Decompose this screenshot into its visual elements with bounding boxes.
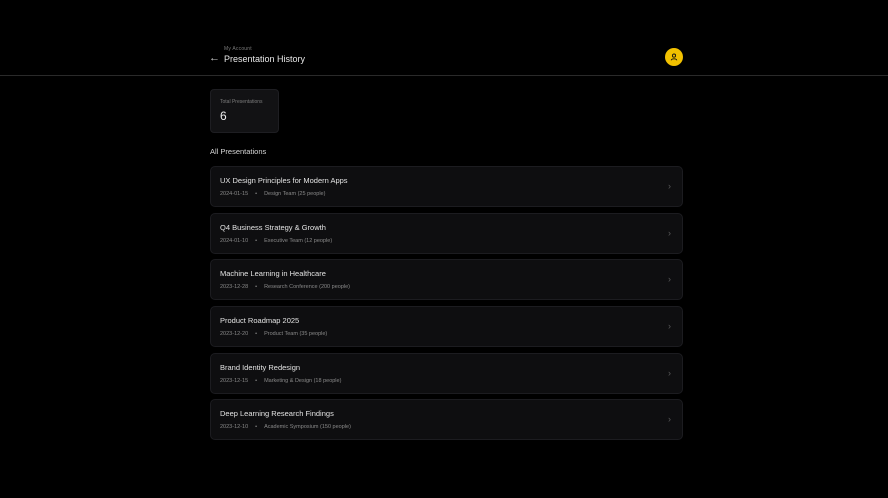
- presentation-audience: Marketing & Design (18 people): [264, 377, 342, 384]
- stat-label: Total Presentations: [220, 99, 263, 105]
- presentation-audience: Product Team (35 people): [264, 331, 328, 338]
- stat-value: 6: [220, 109, 227, 123]
- chevron-right-icon: ›: [668, 367, 671, 378]
- user-icon: [670, 53, 678, 61]
- presentation-meta: 2023-12-28 • Research Conference (200 peop…: [220, 284, 350, 291]
- presentation-item[interactable]: UX Design Principles for Modern Apps 202…: [210, 166, 683, 207]
- presentation-title: Brand Identity Redesign: [220, 362, 301, 372]
- presentation-audience: Design Team (25 people): [264, 191, 326, 197]
- presentation-date: 2024-01-15: [220, 191, 249, 197]
- breadcrumb[interactable]: My Account: [224, 46, 252, 52]
- presentation-title: Product Roadmap 2025: [220, 316, 300, 326]
- presentation-date: 2023-12-10: [220, 424, 249, 431]
- section-title: All Presentations: [210, 147, 267, 156]
- presentation-audience: Research Conference (200 people): [264, 284, 350, 291]
- presentation-title: Deep Learning Research Findings: [220, 409, 334, 419]
- presentation-item[interactable]: Product Roadmap 2025 2023-12-20 • Product …: [210, 306, 683, 348]
- presentation-title: Machine Learning in Healthcare: [220, 269, 326, 279]
- chevron-right-icon: ›: [668, 321, 671, 332]
- total-presentations-card: Total Presentations 6: [210, 89, 279, 133]
- presentation-meta: 2024-01-10 • Executive Team (12 people): [220, 237, 333, 244]
- presentation-date: 2023-12-28: [220, 284, 249, 291]
- back-arrow-icon[interactable]: ←: [209, 52, 221, 64]
- presentation-item[interactable]: Q4 Business Strategy & Growth 2024-01-10…: [210, 212, 683, 254]
- presentation-item[interactable]: Deep Learning Research Findings 2023-12-…: [210, 399, 683, 441]
- presentation-date: 2024-01-10: [220, 237, 249, 244]
- chevron-right-icon: ›: [668, 414, 671, 425]
- chevron-right-icon: ›: [668, 181, 671, 191]
- presentation-audience: Academic Symposium (150 people): [264, 424, 351, 431]
- presentation-meta: 2024-01-15 • Design Team (25 people): [220, 191, 326, 197]
- page-header: ← My Account Presentation History: [0, 0, 888, 76]
- presentation-item[interactable]: Machine Learning in Healthcare 2023-12-2…: [210, 259, 683, 301]
- presentation-meta: 2023-12-20 • Product Team (35 people): [220, 331, 328, 338]
- avatar[interactable]: [665, 48, 683, 66]
- chevron-right-icon: ›: [668, 274, 671, 285]
- presentation-date: 2023-12-20: [220, 331, 249, 338]
- chevron-right-icon: ›: [668, 227, 671, 238]
- presentation-item[interactable]: Brand Identity Redesign 2023-12-15 • Marke…: [210, 352, 683, 394]
- presentation-audience: Executive Team (12 people): [264, 237, 333, 244]
- presentation-list: UX Design Principles for Modern Apps 202…: [210, 166, 683, 446]
- page-title: Presentation History: [224, 54, 306, 64]
- presentation-meta: 2023-12-15 • Marketing & Design (18 people…: [220, 377, 342, 384]
- presentation-title: UX Design Principles for Modern Apps: [220, 176, 348, 185]
- presentation-meta: 2023-12-10 • Academic Symposium (150 peopl…: [220, 424, 351, 431]
- presentation-title: Q4 Business Strategy & Growth: [220, 222, 326, 232]
- presentation-date: 2023-12-15: [220, 377, 249, 384]
